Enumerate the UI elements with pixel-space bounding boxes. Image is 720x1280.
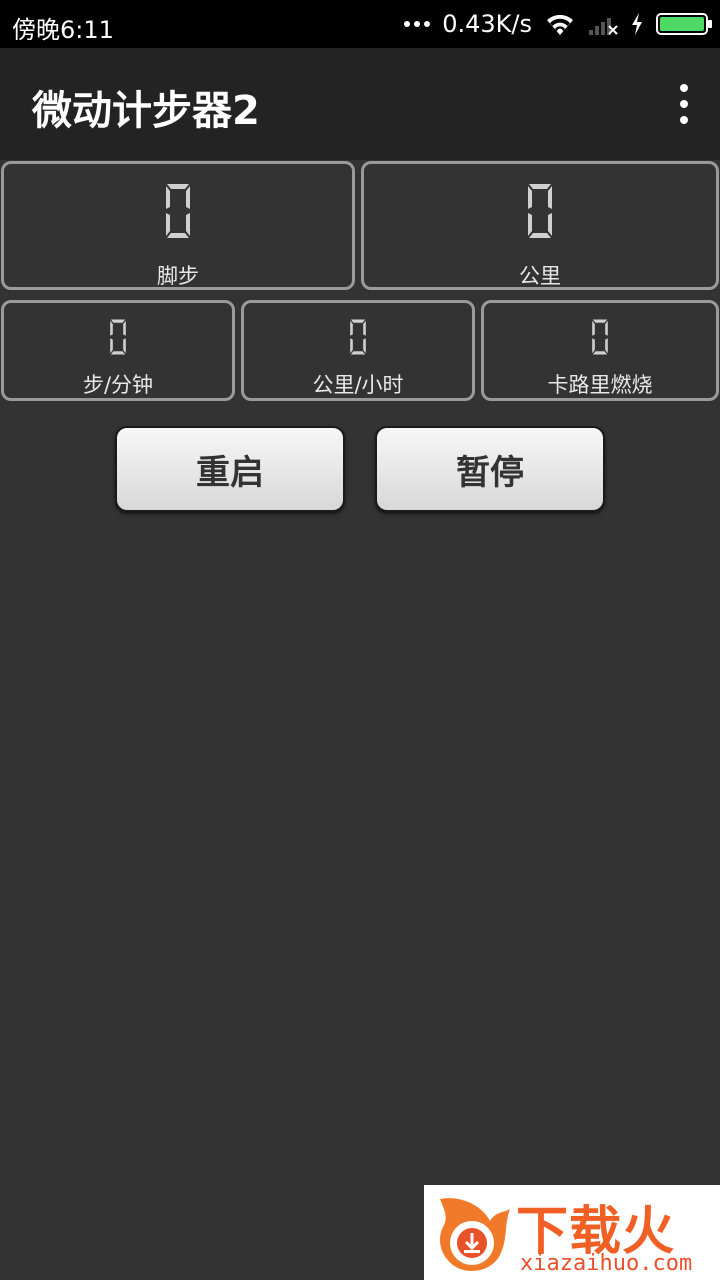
more-notifications-icon — [404, 21, 431, 27]
steps-card: 0 脚步 — [1, 161, 355, 290]
charging-icon — [632, 13, 642, 35]
reset-button[interactable]: 重启 — [115, 426, 345, 512]
digit-segment-f — [528, 186, 532, 209]
watermark-logo: 下载火 xiazaihuo.com — [424, 1185, 720, 1280]
distance-value: 0 — [528, 184, 552, 238]
digit-segment-b — [548, 186, 552, 209]
digit-segment-e — [350, 338, 353, 354]
digit-segment-b — [186, 186, 190, 209]
digit-segment-d — [529, 233, 551, 238]
battery-level — [660, 17, 704, 31]
flame-logo-icon — [440, 1198, 510, 1271]
distance-card: 0 公里 — [361, 161, 719, 290]
speed-label: 公里/小时 — [312, 373, 404, 397]
digit-segment-a — [167, 184, 189, 189]
digit-segment-e — [528, 213, 532, 236]
digit-segment-c — [605, 338, 608, 354]
digit-segment-d — [350, 351, 366, 355]
watermark-url: xiazaihuo.com — [520, 1251, 693, 1276]
digit-segment-b — [363, 320, 366, 336]
battery-icon — [656, 13, 712, 35]
steps-label: 脚步 — [157, 264, 199, 288]
digit-segment-f — [350, 320, 353, 336]
calories-value: 0 — [592, 319, 608, 355]
digit-segment-c — [186, 213, 190, 236]
app-bar: 微动计步器2 — [0, 48, 720, 160]
speed-value: 0 — [350, 319, 366, 355]
cellular-no-signal-icon — [589, 18, 618, 35]
pause-button[interactable]: 暂停 — [375, 426, 605, 512]
wifi-icon — [547, 14, 573, 35]
digit-segment-c — [548, 213, 552, 236]
digit-segment-d — [592, 351, 608, 355]
digit-segment-d — [110, 351, 126, 355]
calories-label: 卡路里燃烧 — [547, 373, 653, 397]
digit-segment-b — [123, 320, 126, 336]
digit-segment-d — [167, 233, 189, 238]
network-speed: 0.43K/s — [442, 10, 532, 38]
digit-segment-c — [123, 338, 126, 354]
pace-label: 步/分钟 — [82, 373, 154, 397]
pace-card: 0 步/分钟 — [1, 300, 235, 401]
calories-card: 0 卡路里燃烧 — [481, 300, 719, 401]
digit-segment-f — [166, 186, 170, 209]
status-indicators: 0.43K/s — [404, 8, 712, 40]
speed-card: 0 公里/小时 — [241, 300, 475, 401]
status-time: 傍晚6:11 — [12, 16, 114, 44]
digit-segment-f — [110, 320, 113, 336]
steps-value: 0 — [166, 184, 190, 238]
digit-segment-e — [110, 338, 113, 354]
pace-value: 0 — [110, 319, 126, 355]
digit-segment-a — [529, 184, 551, 189]
digit-segment-c — [363, 338, 366, 354]
digit-segment-b — [605, 320, 608, 336]
app-title: 微动计步器2 — [32, 88, 260, 134]
distance-label: 公里 — [519, 264, 561, 288]
digit-segment-a — [110, 319, 126, 323]
digit-segment-e — [166, 213, 170, 236]
digit-segment-a — [350, 319, 366, 323]
digit-segment-f — [592, 320, 595, 336]
digit-segment-a — [592, 319, 608, 323]
more-vert-icon[interactable] — [676, 84, 692, 124]
status-bar: 傍晚6:11 0.43K/s — [0, 0, 720, 48]
digit-segment-e — [592, 338, 595, 354]
